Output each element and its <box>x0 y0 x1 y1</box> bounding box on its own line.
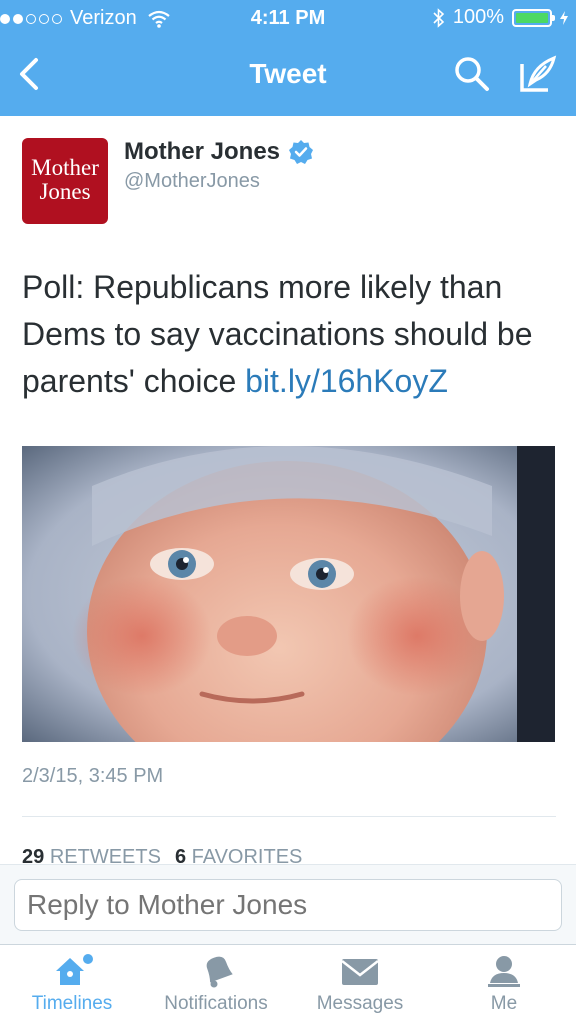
tweet-timestamp: 2/3/15, 3:45 PM <box>22 765 164 787</box>
tab-label: Notifications <box>164 993 268 1014</box>
tab-label: Me <box>490 993 518 1014</box>
divider <box>22 816 556 817</box>
tweet-photo[interactable] <box>22 446 555 742</box>
author-handle[interactable]: @MotherJones <box>124 170 260 193</box>
battery-icon <box>512 8 555 27</box>
tweet-text: Poll: Republicans more likely than Dems … <box>22 264 562 405</box>
tab-messages[interactable]: Messages <box>290 953 430 1015</box>
bluetooth-icon <box>433 7 445 28</box>
reply-input[interactable] <box>14 879 562 931</box>
person-icon <box>488 956 520 987</box>
envelope-icon <box>341 959 379 985</box>
status-bar: Verizon 4:11 PM 100% <box>0 0 576 38</box>
tab-label: Timelines <box>31 993 113 1014</box>
nav-bar: Tweet <box>0 40 576 114</box>
avatar-logo-text: Mother Jones <box>31 155 99 204</box>
home-icon <box>56 954 93 985</box>
search-icon[interactable] <box>452 54 492 94</box>
charging-icon <box>560 10 568 25</box>
verified-badge-icon <box>289 140 314 164</box>
tab-label: Messages <box>316 993 404 1014</box>
tab-timelines[interactable]: Timelines <box>2 953 142 1015</box>
tab-notifications[interactable]: Notifications <box>146 953 286 1015</box>
tab-bar: Timelines Notifications Messages Me <box>0 944 576 1024</box>
top-bar: Verizon 4:11 PM 100% Tweet <box>0 0 576 116</box>
bell-icon <box>206 956 233 988</box>
battery-percent: 100% <box>452 6 504 28</box>
author-name[interactable]: Mother Jones <box>124 138 280 166</box>
tab-me[interactable]: Me <box>434 953 574 1015</box>
author-avatar[interactable]: Mother Jones <box>22 138 108 224</box>
compose-icon[interactable] <box>516 52 560 96</box>
author-name-row[interactable]: Mother Jones <box>124 138 314 166</box>
tweet-link[interactable]: bit.ly/16hKoyZ <box>245 363 448 399</box>
reply-bar <box>0 864 576 944</box>
